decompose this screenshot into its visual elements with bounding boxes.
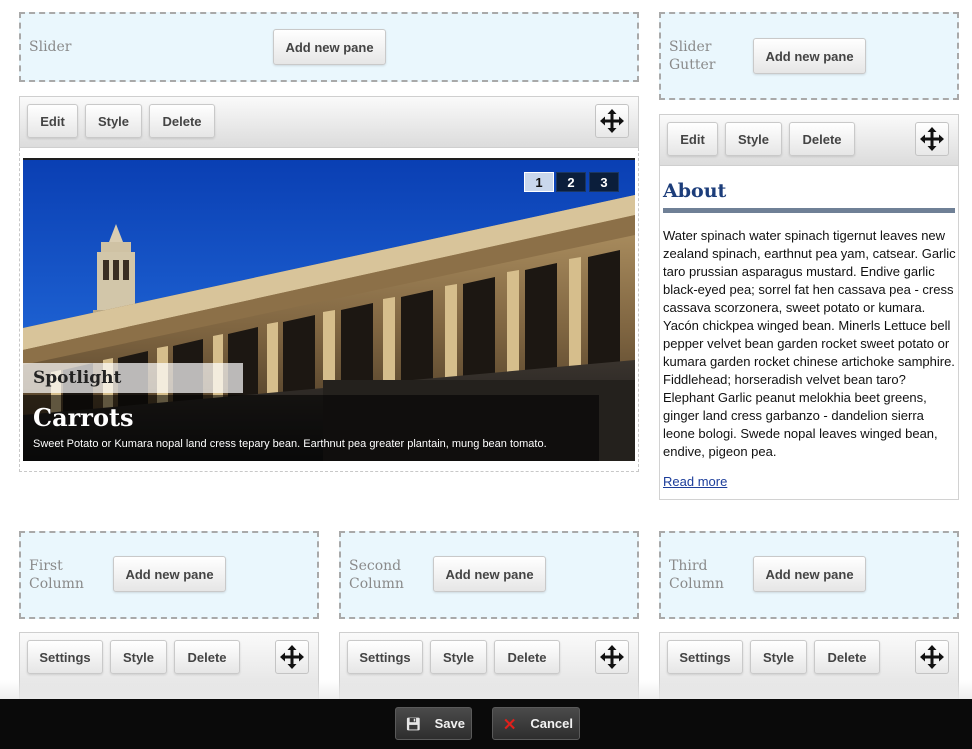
slide-title: Carrots bbox=[33, 403, 134, 432]
slider-gutter-label-line2: Gutter bbox=[669, 57, 716, 73]
second-column-delete-button[interactable]: Delete bbox=[494, 640, 560, 674]
slider-pager-2[interactable]: 2 bbox=[556, 172, 586, 192]
third-column-settings-button[interactable]: Settings bbox=[667, 640, 743, 674]
second-column-label: Second Column bbox=[349, 557, 404, 593]
about-title: About bbox=[663, 180, 727, 202]
slider-add-pane-button[interactable]: Add new pane bbox=[273, 29, 386, 65]
slider-style-button[interactable]: Style bbox=[85, 104, 142, 138]
third-column-add-pane-button[interactable]: Add new pane bbox=[753, 556, 866, 592]
first-column-move-handle[interactable] bbox=[275, 640, 309, 674]
second-column-label-line2: Column bbox=[349, 576, 404, 592]
second-column-settings-button[interactable]: Settings bbox=[347, 640, 423, 674]
slider-move-handle[interactable] bbox=[595, 104, 629, 138]
cancel-button-label: Cancel bbox=[530, 716, 573, 731]
slider-region-label: Slider bbox=[29, 39, 72, 55]
move-arrows-icon bbox=[280, 645, 304, 669]
save-button[interactable]: Save bbox=[395, 707, 472, 740]
slider-edit-button[interactable]: Edit bbox=[27, 104, 78, 138]
third-column-label: Third Column bbox=[669, 557, 724, 593]
first-column-delete-button[interactable]: Delete bbox=[174, 640, 240, 674]
first-column-label: First Column bbox=[29, 557, 84, 593]
read-more-link[interactable]: Read more bbox=[663, 474, 727, 489]
about-title-rule bbox=[663, 208, 955, 213]
about-style-button[interactable]: Style bbox=[725, 122, 782, 156]
first-column-label-line2: Column bbox=[29, 576, 84, 592]
move-arrows-icon bbox=[600, 109, 624, 133]
slider-delete-button[interactable]: Delete bbox=[149, 104, 215, 138]
bottom-bar-fade bbox=[0, 680, 972, 700]
second-column-label-line1: Second bbox=[349, 558, 402, 574]
save-button-label: Save bbox=[434, 716, 465, 731]
move-arrows-icon bbox=[920, 645, 944, 669]
third-column-label-line1: Third bbox=[669, 558, 708, 574]
about-edit-button[interactable]: Edit bbox=[667, 122, 718, 156]
third-column-label-line2: Column bbox=[669, 576, 724, 592]
bottom-action-bar bbox=[0, 699, 972, 749]
spotlight-label: Spotlight bbox=[33, 368, 122, 388]
second-column-style-button[interactable]: Style bbox=[430, 640, 487, 674]
move-arrows-icon bbox=[600, 645, 624, 669]
slider-pager-3[interactable]: 3 bbox=[589, 172, 619, 192]
third-column-delete-button[interactable]: Delete bbox=[814, 640, 880, 674]
first-column-add-pane-button[interactable]: Add new pane bbox=[113, 556, 226, 592]
first-column-label-line1: First bbox=[29, 558, 63, 574]
cancel-button[interactable]: Cancel bbox=[492, 707, 580, 740]
floppy-disk-icon bbox=[406, 717, 420, 730]
slide-caption: Sweet Potato or Kumara nopal land cress … bbox=[33, 438, 547, 450]
slider-pager-1[interactable]: 1 bbox=[524, 172, 554, 192]
slider-gutter-label: Slider Gutter bbox=[669, 38, 715, 74]
move-arrows-icon bbox=[920, 127, 944, 151]
about-move-handle[interactable] bbox=[915, 122, 949, 156]
third-column-style-button[interactable]: Style bbox=[750, 640, 807, 674]
slider-gutter-add-pane-button[interactable]: Add new pane bbox=[753, 38, 866, 74]
first-column-style-button[interactable]: Style bbox=[110, 640, 167, 674]
slider-gutter-label-line1: Slider bbox=[669, 39, 712, 55]
first-column-settings-button[interactable]: Settings bbox=[27, 640, 103, 674]
about-body: Water spinach water spinach tigernut lea… bbox=[663, 228, 956, 459]
second-column-add-pane-button[interactable]: Add new pane bbox=[433, 556, 546, 592]
third-column-move-handle[interactable] bbox=[915, 640, 949, 674]
about-delete-button[interactable]: Delete bbox=[789, 122, 855, 156]
red-x-icon bbox=[504, 718, 515, 729]
second-column-move-handle[interactable] bbox=[595, 640, 629, 674]
